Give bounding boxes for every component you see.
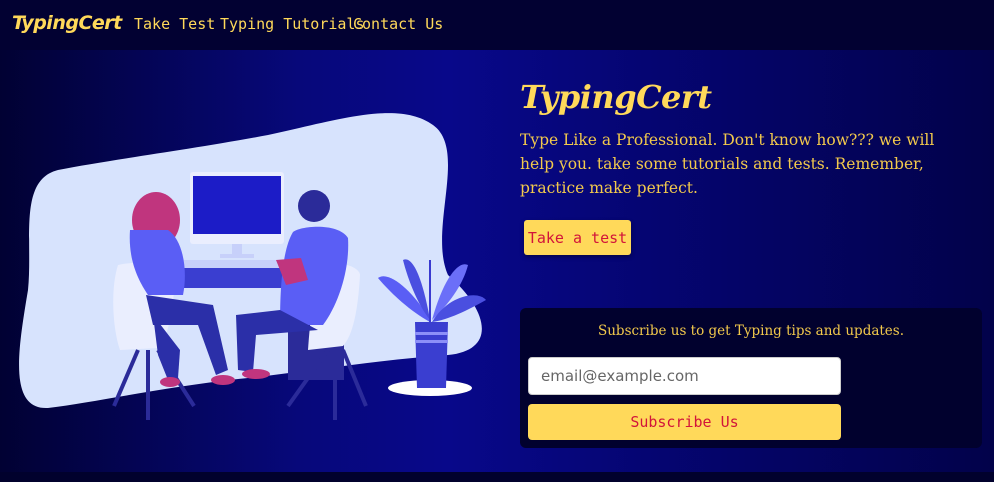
email-field[interactable] — [528, 357, 841, 395]
hero-description: Type Like a Professional. Don't know how… — [520, 131, 935, 197]
subscribe-button[interactable]: Subscribe Us — [528, 404, 841, 440]
navbar: TypingCert Take Test Typing Tutorials Co… — [0, 0, 994, 50]
take-a-test-button[interactable]: Take a test — [524, 220, 631, 255]
footer-strip — [0, 472, 994, 482]
illustration-people-at-computer — [19, 113, 486, 420]
hero-title: TypingCert — [520, 78, 712, 116]
nav-link-typing-tutorials[interactable]: Typing Tutorials — [220, 15, 365, 33]
nav-link-contact-us[interactable]: Contact Us — [353, 15, 443, 33]
subscribe-panel: Subscribe us to get Typing tips and upda… — [520, 308, 982, 448]
nav-link-take-test[interactable]: Take Test — [134, 15, 215, 33]
brand-logo[interactable]: TypingCert — [12, 12, 122, 34]
subscribe-text: Subscribe us to get Typing tips and upda… — [597, 323, 905, 339]
